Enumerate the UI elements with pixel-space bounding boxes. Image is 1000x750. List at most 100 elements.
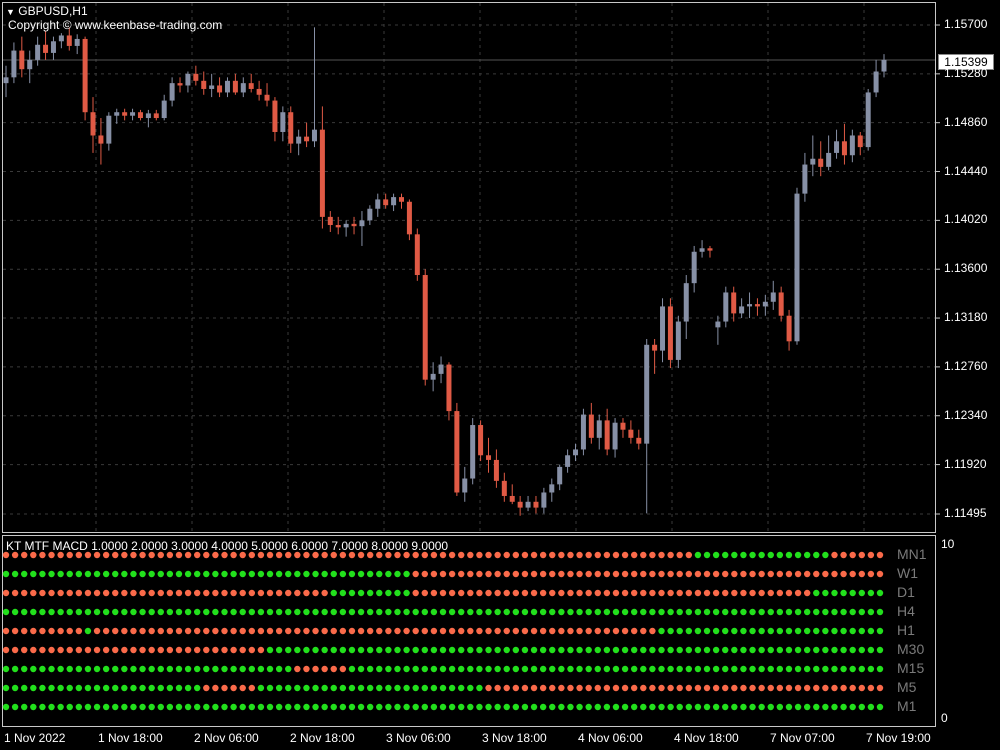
macd-dot-h1 [785,627,793,635]
macd-dot-m1 [148,703,155,711]
macd-dot-h4 [75,608,83,616]
candle-bear [398,197,404,202]
macd-dot-m30 [767,646,774,654]
macd-dot-d1 [603,589,611,597]
macd-dot-h4 [722,608,729,616]
macd-dot-d1 [585,589,592,597]
macd-dot-h1 [376,627,383,635]
macd-dot-d1 [539,589,547,597]
macd-dot-w1 [621,570,629,578]
macd-dot-m30 [385,646,392,654]
macd-dot-m1 [257,703,265,711]
macd-dot-h1 [803,627,811,635]
macd-dot-h4 [503,608,510,616]
macd-dot-h1 [667,627,674,635]
candle-bear [90,112,96,136]
macd-dot-d1 [366,589,374,597]
macd-dot-m30 [740,646,747,654]
macd-dot-m30 [66,646,73,654]
macd-dot-m30 [321,646,328,654]
macd-dot-m30 [257,646,265,654]
macd-dot-m30 [376,646,383,654]
price-tick-label: 1.12760 [944,358,988,373]
macd-dot-h4 [203,608,210,616]
macd-dot-w1 [230,570,237,578]
candle-bull [391,197,397,206]
macd-dot-d1 [212,589,219,597]
macd-dot-m5 [658,684,665,692]
candle-bull [209,85,215,89]
macd-dot-mn1 [448,551,456,559]
macd-dot-m1 [175,703,183,711]
macd-dot-m15 [794,665,802,673]
macd-dot-m1 [439,703,447,711]
macd-dot-m5 [694,684,702,692]
macd-dot-m1 [203,703,210,711]
macd-dot-m15 [785,665,793,673]
macd-dot-m15 [731,665,738,673]
macd-dot-m15 [776,665,784,673]
chart-canvas [2,3,940,711]
macd-dot-m1 [476,703,483,711]
macd-dot-m30 [831,646,838,654]
chevron-down-icon[interactable]: ▼ [6,7,15,17]
macd-dot-w1 [385,570,392,578]
candle-bull [691,251,697,284]
macd-dot-m15 [330,665,337,673]
macd-dot-m30 [21,646,28,654]
macd-dot-h4 [685,608,693,616]
time-tick-label: 1 Nov 2022 [4,731,66,745]
macd-dot-m15 [394,665,401,673]
macd-dot-m5 [348,684,356,692]
macd-dot-h4 [112,608,119,616]
macd-dot-m30 [339,646,347,654]
candle-bull [660,306,666,351]
candle-bull [106,115,112,144]
macd-dot-d1 [567,589,574,597]
macd-dot-h1 [257,627,265,635]
macd-dot-mn1 [822,551,829,559]
candle-bull [549,484,555,493]
macd-dot-w1 [248,570,256,578]
macd-dot-m30 [867,646,875,654]
macd-dot-m30 [148,646,155,654]
macd-dot-d1 [731,589,738,597]
macd-dot-m30 [667,646,674,654]
macd-dot-m1 [403,703,410,711]
macd-dot-h1 [148,627,155,635]
macd-dot-h1 [430,627,438,635]
macd-dot-h4 [813,608,820,616]
macd-dot-h4 [849,608,856,616]
macd-dot-m5 [2,684,10,692]
macd-dot-d1 [84,589,92,597]
macd-dot-m5 [130,684,137,692]
macd-dot-m30 [221,646,228,654]
macd-dot-m5 [676,684,683,692]
macd-dot-m1 [521,703,529,711]
macd-dot-m30 [521,646,529,654]
macd-dot-h1 [184,627,192,635]
macd-dot-d1 [649,589,656,597]
macd-dot-h1 [403,627,410,635]
macd-dot-h4 [630,608,638,616]
macd-dot-h4 [221,608,228,616]
macd-dot-m5 [640,684,647,692]
macd-dot-m15 [876,665,884,673]
symbol-header[interactable]: ▼ GBPUSD,H1 [6,4,88,18]
macd-dot-w1 [366,570,374,578]
macd-dot-w1 [102,570,110,578]
candle-bull [596,420,602,438]
macd-dot-m30 [48,646,55,654]
macd-dot-m30 [676,646,683,654]
macd-dot-d1 [594,589,601,597]
macd-dot-m1 [585,703,592,711]
macd-dot-m15 [640,665,647,673]
macd-dot-m1 [612,703,620,711]
macd-dot-h4 [594,608,601,616]
macd-dot-m5 [585,684,592,692]
macd-dot-h1 [221,627,228,635]
macd-dot-m30 [175,646,183,654]
time-tick-label: 4 Nov 06:00 [578,731,643,745]
candle-bear [406,201,412,235]
macd-dot-d1 [39,589,46,597]
